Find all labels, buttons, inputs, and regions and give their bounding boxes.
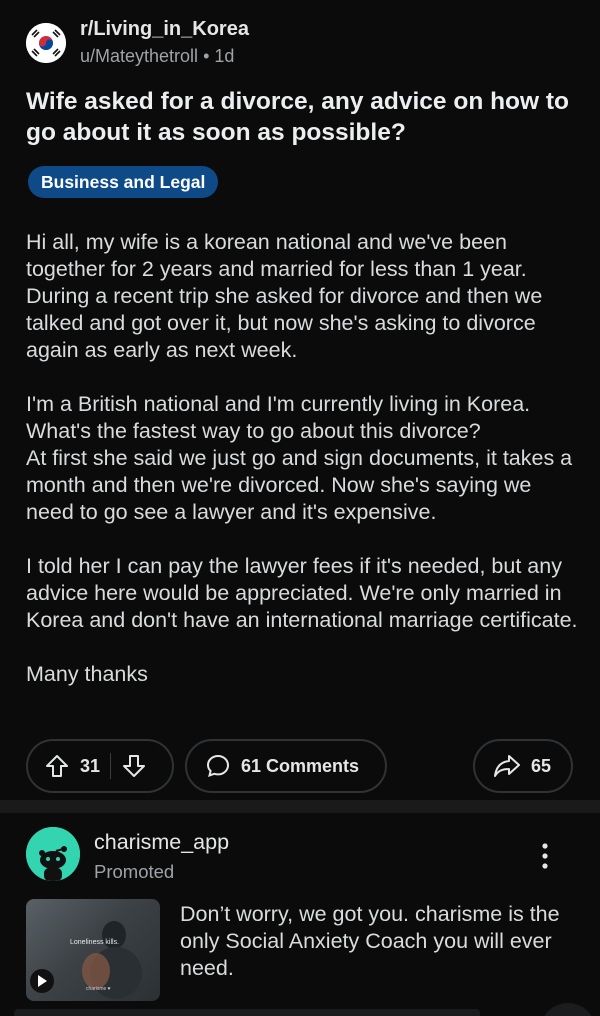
author-name[interactable]: u/Mateythetroll xyxy=(80,46,198,66)
subreddit-name[interactable]: r/Living_in_Korea xyxy=(80,18,249,41)
comment-bubble-icon xyxy=(206,754,230,778)
advertiser-name[interactable]: charisme_app xyxy=(94,830,229,855)
upvote-icon[interactable] xyxy=(44,753,70,779)
post-paragraph: I told her I can pay the lawyer fees if … xyxy=(26,554,578,632)
post-header: r/Living_in_Korea u/Mateythetroll • 1d xyxy=(26,18,566,70)
share-arrow-icon xyxy=(494,755,520,777)
post-actions: 31 61 Comments 65 xyxy=(0,739,600,793)
comments-button[interactable]: 61 Comments xyxy=(185,739,387,793)
ad-video-thumbnail[interactable]: Loneliness kills. charisme ♥ xyxy=(26,899,160,1001)
post-paragraph: Hi all, my wife is a korean national and… xyxy=(26,230,543,362)
feed-divider xyxy=(0,800,600,813)
post-meta: u/Mateythetroll • 1d xyxy=(80,46,234,67)
promoted-label: Promoted xyxy=(94,861,175,882)
post-body: Hi all, my wife is a korean national and… xyxy=(26,229,582,715)
share-count: 65 xyxy=(531,755,552,776)
snoo-avatar-icon[interactable] xyxy=(26,827,80,881)
meta-separator: • xyxy=(203,46,210,66)
post-flair[interactable]: Business and Legal xyxy=(28,166,219,198)
vote-control: 31 xyxy=(26,739,174,793)
comments-label: 61 Comments xyxy=(241,755,360,776)
vote-divider xyxy=(110,753,112,779)
promoted-post[interactable]: charisme_app Promoted Loneliness kills. … xyxy=(0,813,600,1016)
play-icon[interactable] xyxy=(30,969,54,993)
south-korea-flag-icon[interactable] xyxy=(26,23,66,63)
more-options-icon[interactable] xyxy=(534,841,556,871)
share-button[interactable]: 65 xyxy=(473,739,573,793)
next-card-edge xyxy=(14,1009,480,1016)
ad-copy: Don’t worry, we got you. charisme is the… xyxy=(180,902,560,980)
downvote-icon[interactable] xyxy=(121,753,147,779)
thumbnail-brand: charisme ♥ xyxy=(86,986,111,992)
upvote-count: 31 xyxy=(80,755,101,776)
floating-button-edge xyxy=(540,1003,596,1016)
thumbnail-caption: Loneliness kills. xyxy=(70,939,120,946)
post-paragraph: Many thanks xyxy=(26,662,148,686)
post-title: Wife asked for a divorce, any advice on … xyxy=(26,88,570,146)
post-age: 1d xyxy=(214,46,235,66)
post-paragraph: I'm a British national and I'm currently… xyxy=(26,392,573,524)
